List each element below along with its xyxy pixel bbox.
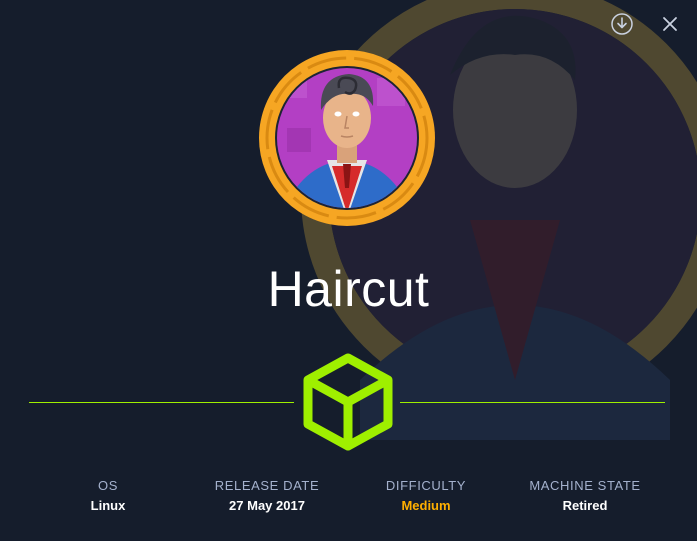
stat-label: RELEASE DATE — [214, 478, 320, 493]
download-button[interactable] — [609, 11, 635, 37]
stat-label: DIFFICULTY — [385, 478, 467, 493]
divider-left — [29, 402, 294, 403]
stat-label: OS — [98, 478, 118, 493]
stat-machine-state: MACHINE STATE Retired — [505, 478, 665, 513]
close-button[interactable] — [657, 11, 683, 37]
stat-difficulty: DIFFICULTY Medium — [346, 478, 506, 513]
stat-label: MACHINE STATE — [529, 478, 641, 493]
machine-stats: OS Linux RELEASE DATE 27 May 2017 DIFFIC… — [0, 478, 697, 528]
close-icon — [663, 17, 677, 31]
cube-icon — [303, 353, 393, 451]
stat-os: OS Linux — [28, 478, 188, 513]
divider-right — [400, 402, 665, 403]
download-circle-icon — [611, 13, 633, 35]
stat-value: 27 May 2017 — [229, 498, 305, 513]
stat-release-date: RELEASE DATE 27 May 2017 — [187, 478, 347, 513]
difficulty-badge: Medium — [401, 498, 451, 513]
stat-value: Linux — [90, 498, 126, 513]
top-actions — [609, 11, 683, 37]
machine-card: Haircut OS Linux RELEASE DATE 27 May 201… — [0, 0, 697, 541]
machine-avatar — [259, 50, 435, 226]
stat-value: Retired — [562, 498, 608, 513]
machine-title: Haircut — [267, 261, 430, 317]
